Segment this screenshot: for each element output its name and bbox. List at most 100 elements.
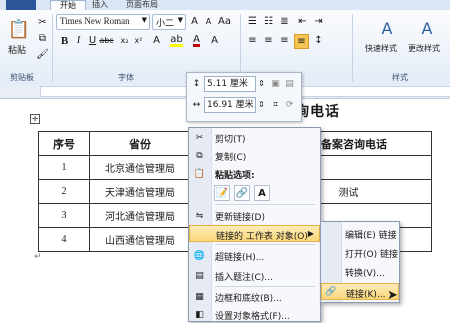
paste-label[interactable]: 粘贴: [8, 43, 26, 56]
height-input[interactable]: 5.11 厘米: [204, 76, 256, 92]
menu-item-hyperlink[interactable]: 🌐 超链接(H)...: [189, 247, 320, 264]
table-cell[interactable]: 2: [38, 179, 90, 204]
paste-icon: 📋: [193, 168, 206, 179]
font-group-label: 字体: [118, 73, 134, 82]
tab-insert[interactable]: 插入: [92, 0, 108, 10]
globe-link-icon: 🌐: [193, 250, 206, 261]
update-link-icon: ⇋: [195, 210, 204, 221]
line-spacing-icon[interactable]: ↕: [312, 34, 325, 47]
font-size-select[interactable]: 小二 ▼: [152, 14, 186, 30]
group-icon[interactable]: ▤: [283, 77, 296, 90]
align-center-icon[interactable]: ≡: [262, 34, 275, 47]
group-divider: [352, 14, 353, 82]
align-left-icon[interactable]: ≡: [246, 34, 259, 47]
change-case-icon[interactable]: Aa: [218, 15, 231, 28]
paste-icon[interactable]: 📋: [8, 16, 30, 42]
paste-link-icon[interactable]: 🔗: [234, 185, 250, 201]
table-cell[interactable]: 4: [38, 227, 90, 252]
menu-item-label: 更新链接(D): [215, 213, 265, 223]
borders-icon: ▦: [195, 291, 204, 302]
quick-styles-icon[interactable]: A: [376, 16, 398, 40]
cut-icon: ✂: [195, 132, 204, 143]
menu-item-label: 超链接(H)...: [215, 253, 265, 263]
table-cell[interactable]: 河北通信管理局: [89, 203, 191, 228]
table-move-handle-icon[interactable]: ✛: [30, 114, 40, 124]
table-cell[interactable]: 山西通信管理局: [89, 227, 191, 252]
font-color-icon[interactable]: A: [190, 34, 203, 47]
table-cell[interactable]: 北京通信管理局: [89, 155, 191, 180]
justify-icon[interactable]: ≡: [294, 34, 309, 49]
menu-item-label: 链接(K)...: [346, 290, 386, 300]
rotate-icon[interactable]: ⟳: [283, 98, 296, 111]
header-cell[interactable]: 省份: [89, 131, 191, 156]
char-shading-icon[interactable]: A: [208, 34, 221, 47]
bullets-icon[interactable]: ☰: [246, 15, 259, 28]
menu-item-format-object[interactable]: ◧ 设置对象格式(F)...: [189, 306, 320, 323]
align-right-icon[interactable]: ≡: [278, 34, 291, 47]
change-styles-icon[interactable]: A: [416, 16, 438, 40]
quick-styles-label[interactable]: 快速样式: [365, 43, 397, 54]
menu-separator: [215, 286, 315, 287]
menu-item-insert-caption[interactable]: ▤ 插入题注(C)...: [189, 267, 320, 284]
multilevel-list-icon[interactable]: ≣: [278, 15, 291, 28]
menu-item-label: 插入题注(C)...: [215, 273, 273, 283]
submenu-item-edit-link[interactable]: 编辑(E) 链接: [321, 225, 399, 242]
menu-item-borders[interactable]: ▦ 边框和底纹(B)...: [189, 288, 320, 305]
submenu-arrow-icon: ▶: [307, 229, 314, 238]
subscript-icon[interactable]: x₂: [118, 34, 131, 47]
grow-font-icon[interactable]: A: [188, 15, 201, 28]
font-name-select[interactable]: Times New Roman ▼: [56, 14, 150, 30]
spin-icon[interactable]: ⇕: [255, 98, 268, 111]
highlight-icon[interactable]: ab: [170, 34, 183, 47]
chevron-down-icon: ▼: [177, 16, 183, 24]
strikethrough-icon[interactable]: abc: [99, 34, 113, 47]
crop-icon[interactable]: ⌗: [269, 98, 282, 111]
text-effects-icon[interactable]: A: [150, 34, 163, 47]
spin-icon[interactable]: ⇕: [255, 77, 268, 90]
paste-text-only-icon[interactable]: A: [254, 185, 270, 201]
tab-page-layout[interactable]: 页面布局: [126, 0, 158, 10]
numbering-icon[interactable]: ☷: [262, 15, 275, 28]
superscript-icon[interactable]: x²: [132, 34, 145, 47]
menu-item-paste-options: 📋 粘贴选项:: [189, 165, 320, 182]
ribbon-tab-bar: 开始 插入 页面布局: [0, 0, 450, 11]
shape-height-icon: ↕: [192, 78, 201, 89]
italic-icon[interactable]: I: [72, 34, 85, 47]
underline-icon[interactable]: U: [86, 34, 99, 47]
table-cell[interactable]: 3: [38, 203, 90, 228]
submenu-item-open-link[interactable]: 打开(O) 链接: [321, 244, 399, 261]
bold-icon[interactable]: B: [58, 34, 71, 47]
table-cell[interactable]: 天津通信管理局: [89, 179, 191, 204]
width-input[interactable]: 16.91 厘米: [204, 97, 256, 113]
menu-item-cut[interactable]: ✂ 剪切(T): [189, 129, 320, 146]
menu-separator: [215, 204, 315, 205]
file-tab[interactable]: [6, 0, 36, 10]
copy-icon[interactable]: ⧉: [36, 32, 49, 45]
font-name-value: Times New Roman: [60, 16, 130, 26]
shape-width-icon: ↔: [192, 99, 201, 110]
menu-item-label: 设置对象格式(F)...: [215, 312, 290, 322]
format-object-icon: ◧: [195, 309, 204, 320]
chevron-down-icon: ▼: [141, 16, 147, 24]
chain-link-icon: 🔗: [325, 287, 337, 297]
menu-item-label: 转换(V)...: [345, 269, 385, 279]
paste-keep-format-icon[interactable]: 📝: [214, 185, 230, 201]
submenu-item-convert[interactable]: 转换(V)...: [321, 263, 399, 280]
arrange-icon[interactable]: ▣: [269, 77, 282, 90]
shrink-font-icon[interactable]: A: [202, 15, 215, 28]
menu-item-copy[interactable]: ⧉ 复制(C): [189, 147, 320, 164]
cut-icon[interactable]: ✂: [36, 16, 49, 29]
increase-indent-icon[interactable]: ⇥: [312, 15, 325, 28]
table-cell[interactable]: 1: [38, 155, 90, 180]
menu-item-update-link[interactable]: ⇋ 更新链接(D): [189, 207, 320, 224]
highlight-swatch: ab: [170, 33, 183, 47]
font-size-value: 小二: [156, 19, 175, 29]
menu-item-linked-object[interactable]: 链接的 工作表 对象(O) ▶: [189, 225, 320, 242]
menu-item-label: 粘贴选项:: [215, 171, 255, 181]
menu-item-label: 打开(O) 链接: [345, 250, 398, 260]
decrease-indent-icon[interactable]: ⇤: [296, 15, 309, 28]
format-painter-icon[interactable]: 🖌: [36, 48, 49, 61]
change-styles-label[interactable]: 更改样式: [408, 43, 440, 54]
header-cell[interactable]: 序号: [38, 131, 90, 156]
context-menu: ✂ 剪切(T) ⧉ 复制(C) 📋 粘贴选项: ⇋ 更新链接(D) 链接的 工作…: [188, 127, 321, 322]
